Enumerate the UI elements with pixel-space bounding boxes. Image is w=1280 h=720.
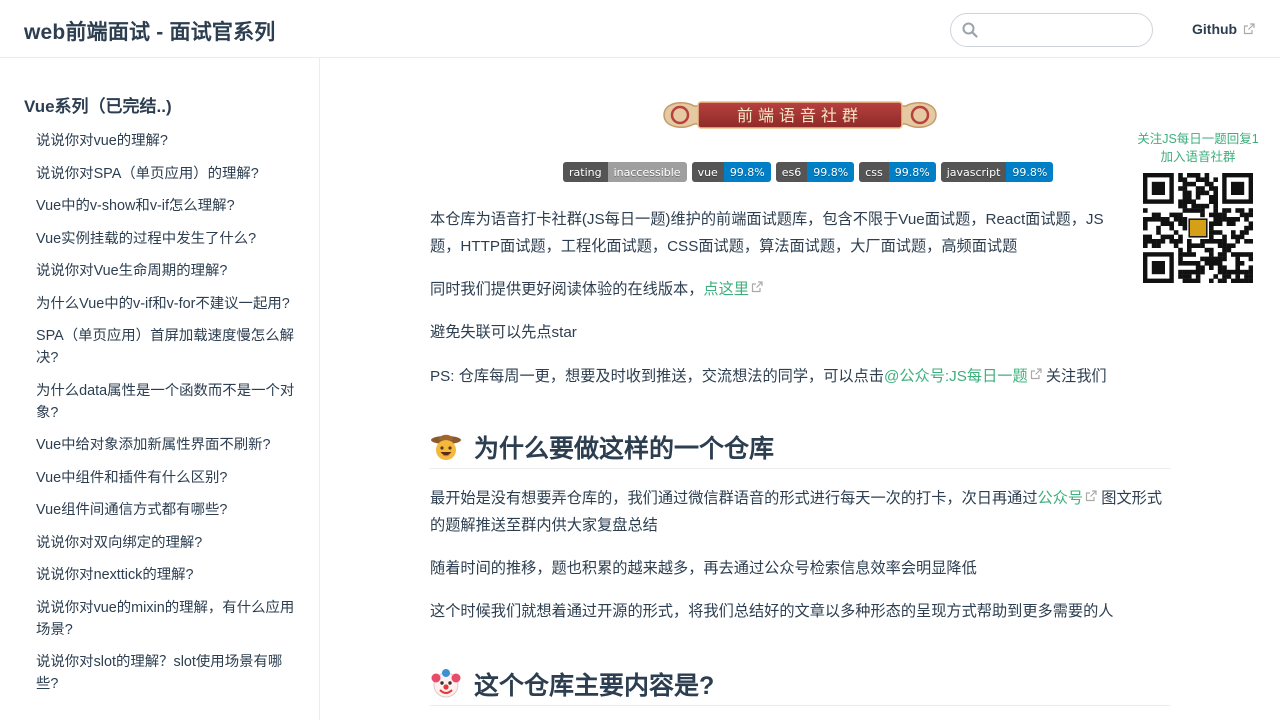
why-p1-prefix: 最开始是没有想要弄仓库的，我们通过微信群语音的形式进行每天一次的打卡，次日再通过	[430, 490, 1038, 507]
wechat-account-link[interactable]: @公众号:JS每日一题	[884, 368, 1028, 385]
sidebar-item[interactable]: Vue组件间通信方式都有哪些?	[36, 499, 300, 521]
external-link-icon	[1085, 490, 1097, 502]
external-link-icon	[1244, 23, 1255, 35]
badge-label: css	[859, 162, 889, 182]
github-link[interactable]: Github	[1192, 21, 1255, 37]
sidebar-item[interactable]: 为什么data属性是一个函数而不是一个对象?	[36, 380, 300, 424]
community-banner: 前端语音社群	[663, 101, 937, 129]
sidebar-item[interactable]: Vue实例挂载的过程中发生了什么?	[36, 228, 300, 250]
badge-value: 99.8%	[888, 162, 936, 182]
badge-value: 99.8%	[723, 162, 771, 182]
search-box[interactable]	[950, 13, 1153, 47]
navbar: web前端面试 - 面试官系列 Github	[0, 0, 1280, 58]
heading-why-text: 为什么要做这样的一个仓库	[474, 434, 775, 463]
star-paragraph: 避免失联可以先点star	[430, 324, 577, 341]
badge-value: 99.8%	[1006, 162, 1054, 182]
sidebar-item[interactable]: 说说你对vue的理解?	[36, 130, 300, 152]
wechat-link[interactable]: 公众号	[1038, 490, 1084, 507]
badge-vue[interactable]: vue 99.8%	[691, 162, 771, 182]
online-version-paragraph: 同时我们提供更好阅读体验的在线版本，点这里	[430, 276, 1130, 303]
cowboy-emoji-icon	[431, 434, 461, 460]
badge-value: inaccessible	[607, 162, 687, 182]
sidebar-item[interactable]: Vue中组件和插件有什么区别?	[36, 467, 300, 489]
sidebar-heading[interactable]: Vue系列（已完结..)	[24, 92, 172, 117]
online-prefix: 同时我们提供更好阅读体验的在线版本，	[430, 281, 704, 298]
heading-content-text: 这个仓库主要内容是?	[474, 671, 715, 700]
heading-why: 为什么要做这样的一个仓库	[430, 425, 1170, 469]
site-title[interactable]: web前端面试 - 面试官系列	[24, 16, 276, 46]
external-link-icon	[751, 281, 763, 293]
main-content: 前端语音社群 rating inaccessible vue 99.8% es6…	[430, 58, 1170, 720]
badge-javascript[interactable]: javascript 99.8%	[940, 162, 1054, 182]
sidebar-item[interactable]: Vue中的v-show和v-if怎么理解?	[36, 195, 300, 217]
qr-caption-line1: 关注JS每日一题回复1	[1137, 132, 1259, 146]
badge-rating[interactable]: rating inaccessible	[563, 162, 687, 182]
badge-row: rating inaccessible vue 99.8% es6 99.8% …	[563, 162, 1054, 182]
sidebar-item[interactable]: Vue中给对象添加新属性界面不刷新?	[36, 434, 300, 456]
badge-label: javascript	[940, 162, 1007, 182]
sidebar-item[interactable]: 说说你对vue的mixin的理解，有什么应用场景?	[36, 597, 300, 641]
search-icon	[962, 22, 978, 38]
banner-text: 前端语音社群	[737, 106, 863, 125]
clown-emoji-icon	[431, 668, 461, 697]
sidebar-item[interactable]: 为什么Vue中的v-if和v-for不建议一起用?	[36, 293, 300, 315]
badge-value: 99.8%	[807, 162, 855, 182]
why-paragraph-3: 这个时候我们就想着通过开源的形式，将我们总结好的文章以多种形态的呈现方式帮助到更…	[430, 603, 1114, 620]
sidebar-item[interactable]: 说说你对nexttick的理解?	[36, 564, 300, 586]
qr-caption: 关注JS每日一题回复1 加入语音社群	[1132, 130, 1264, 166]
why-paragraph-1: 最开始是没有想要弄仓库的，我们通过微信群语音的形式进行每天一次的打卡，次日再通过…	[430, 485, 1170, 539]
badge-label: es6	[775, 162, 808, 182]
why-paragraph-2: 随着时间的推移，题也积累的越来越多，再去通过公众号检索信息效率会明显降低	[430, 560, 977, 577]
sidebar-item[interactable]: 说说你对双向绑定的理解?	[36, 532, 300, 554]
external-link-icon	[1030, 368, 1042, 380]
sidebar: Vue系列（已完结..) 说说你对vue的理解? 说说你对SPA（单页应用）的理…	[0, 58, 320, 720]
ps-suffix: 关注我们	[1041, 368, 1107, 385]
intro-paragraph: 本仓库为语音打卡社群(JS每日一题)维护的前端面试题库，包含不限于Vue面试题，…	[430, 211, 1104, 255]
qr-code	[1143, 173, 1253, 283]
github-link-label: Github	[1192, 21, 1238, 37]
badge-label: vue	[691, 162, 724, 182]
sidebar-item[interactable]: SPA（单页应用）首屏加载速度慢怎么解决?	[36, 325, 300, 369]
sidebar-item[interactable]: 说说你对slot的理解？slot使用场景有哪些?	[36, 651, 300, 695]
heading-content: 这个仓库主要内容是?	[430, 662, 1170, 706]
badge-label: rating	[563, 162, 608, 182]
online-link[interactable]: 点这里	[703, 281, 749, 298]
sidebar-item[interactable]: 说说你对SPA（单页应用）的理解?	[36, 163, 300, 185]
ps-paragraph: PS: 仓库每周一更，想要及时收到推送，交流想法的同学，可以点击@公众号:JS每…	[430, 363, 1130, 390]
sidebar-list: 说说你对vue的理解? 说说你对SPA（单页应用）的理解? Vue中的v-sho…	[36, 130, 300, 706]
sidebar-item[interactable]: 说说你对Vue生命周期的理解?	[36, 260, 300, 282]
badge-es6[interactable]: es6 99.8%	[775, 162, 855, 182]
ps-prefix: PS: 仓库每周一更，想要及时收到推送，交流想法的同学，可以点击	[430, 368, 884, 385]
qr-caption-line2: 加入语音社群	[1160, 150, 1236, 164]
badge-css[interactable]: css 99.8%	[859, 162, 936, 182]
search-input[interactable]	[985, 19, 1145, 41]
